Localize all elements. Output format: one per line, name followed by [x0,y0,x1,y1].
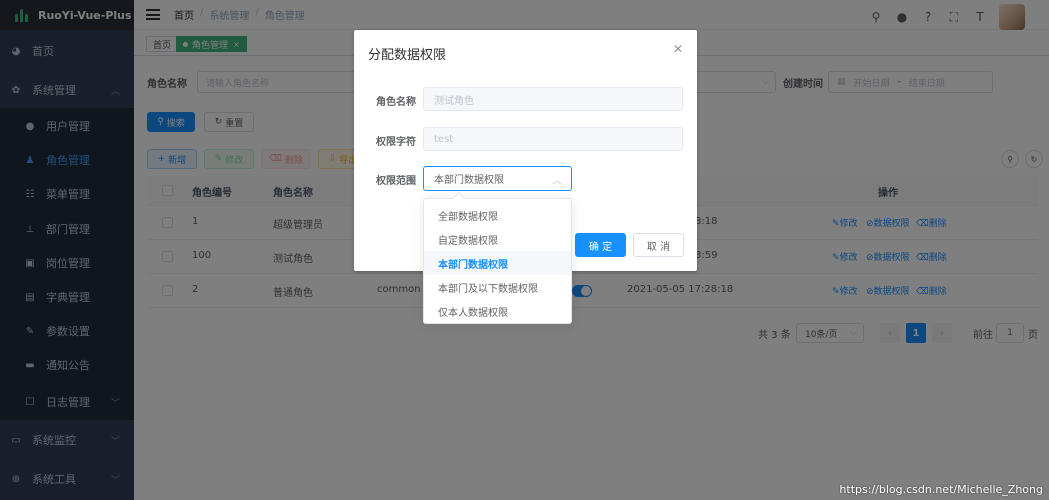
dialog-role-key-input: test [423,127,683,151]
dropdown-option[interactable]: 仅本人数据权限 [424,299,571,323]
data-scope-value: 本部门数据权限 [434,175,504,186]
watermark: https://blog.csdn.net/Michelle_Zhong [839,483,1043,496]
dropdown-option[interactable]: 自定数据权限 [424,227,571,251]
data-scope-dropdown: 全部数据权限 自定数据权限 本部门数据权限 本部门及以下数据权限 仅本人数据权限 [423,198,572,324]
cancel-button[interactable]: 取 消 [633,233,684,257]
dialog-role-key-label: 权限字符 [376,137,416,148]
close-icon[interactable]: ✕ [673,42,683,56]
dialog-title: 分配数据权限 [368,48,447,63]
dropdown-option-selected[interactable]: 本部门数据权限 [424,251,571,275]
dialog-role-name-label: 角色名称 [376,97,416,108]
dialog-scope-label: 权限范围 [376,176,416,187]
dropdown-option[interactable]: 本部门及以下数据权限 [424,275,571,299]
dialog-role-name-input: 测试角色 [423,87,683,111]
chevron-up-icon: ︿ [552,176,562,187]
confirm-button[interactable]: 确 定 [575,233,626,257]
dropdown-option[interactable]: 全部数据权限 [424,203,571,227]
data-scope-select[interactable]: 本部门数据权限 ︿ [423,166,572,191]
